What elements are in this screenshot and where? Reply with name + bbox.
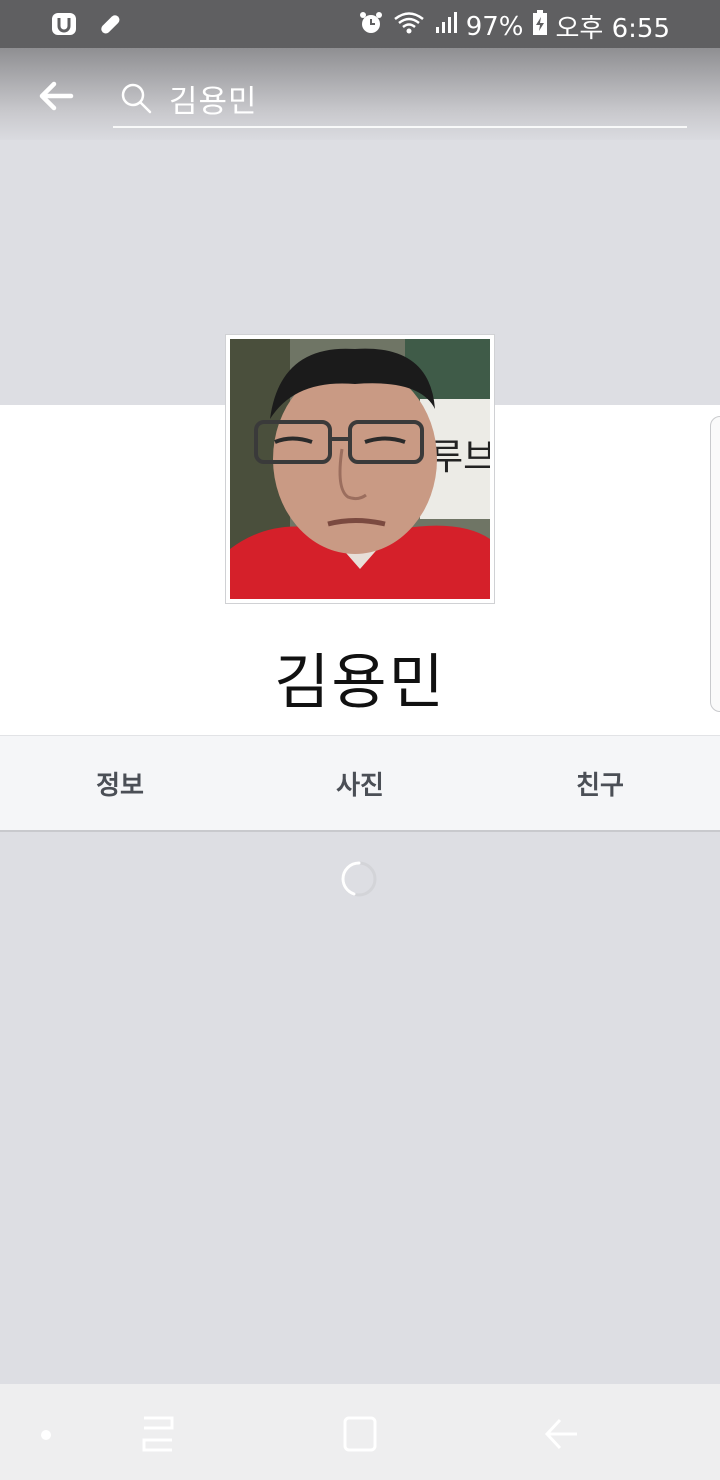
signal-icon	[434, 11, 458, 42]
tab-friends[interactable]: 친구	[480, 736, 720, 830]
status-right: 97% 오후 6:55	[358, 8, 670, 45]
app-u-icon	[50, 10, 80, 42]
search-field[interactable]: 김용민	[113, 70, 687, 128]
profile-photo: 루브	[230, 339, 490, 599]
navigation-bar	[0, 1384, 720, 1480]
battery-level: 97%	[465, 11, 524, 42]
profile-tabs: 정보 사진 친구	[0, 735, 720, 832]
profile-avatar[interactable]: 루브	[225, 334, 495, 604]
recent-apps-icon[interactable]	[140, 1414, 176, 1458]
back-icon[interactable]	[544, 1416, 580, 1456]
search-icon	[119, 80, 155, 116]
status-time: 오후 6:55	[555, 14, 671, 44]
status-bar: 97% 오후 6:55	[0, 0, 720, 48]
app-bar: 김용민	[0, 48, 720, 140]
alarm-icon	[358, 10, 384, 43]
profile-name: 김용민	[274, 648, 446, 718]
arrow-left-icon	[39, 81, 74, 111]
pill-icon	[96, 10, 124, 42]
wifi-icon	[392, 10, 426, 43]
dot-icon[interactable]	[40, 1426, 52, 1445]
tab-info[interactable]: 정보	[0, 736, 240, 830]
back-button[interactable]	[36, 76, 76, 116]
battery-charging-icon	[532, 10, 548, 43]
loading-spinner-icon	[340, 860, 378, 898]
photo-sign-text: 루브	[430, 437, 490, 478]
home-icon[interactable]	[342, 1414, 378, 1458]
search-query[interactable]: 김용민	[169, 76, 258, 121]
status-left-icons	[50, 10, 124, 42]
tab-photos[interactable]: 사진	[240, 736, 480, 830]
